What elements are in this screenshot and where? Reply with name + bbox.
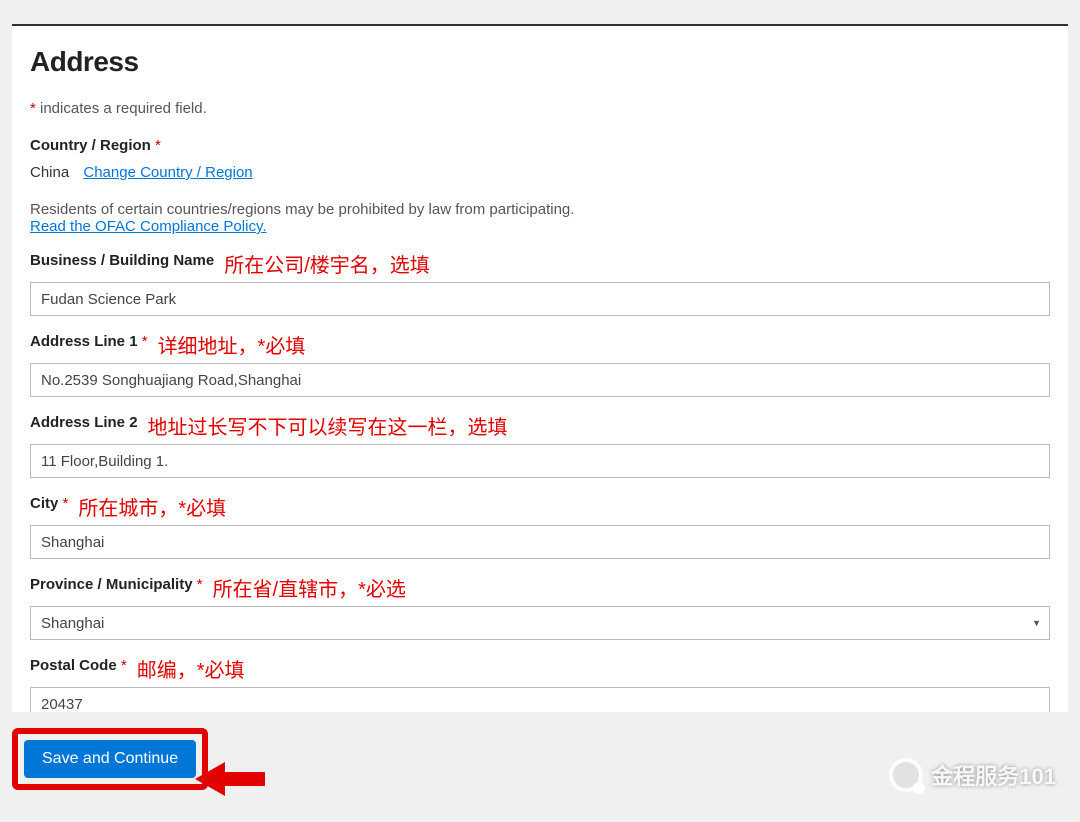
change-country-link[interactable]: Change Country / Region (83, 164, 252, 181)
city-input[interactable] (30, 525, 1050, 559)
country-region-block: Country / Region * China Change Country … (30, 137, 1050, 181)
city-annotation: 所在城市，*必填 (78, 492, 226, 521)
address-form-card: Address * indicates a required field. Co… (12, 24, 1068, 721)
business-name-label: Business / Building Name (30, 252, 214, 269)
address-line-1-annotation: 详细地址，*必填 (158, 330, 306, 359)
address-line-1-group: Address Line 1 * 详细地址，*必填 (30, 330, 1050, 397)
wechat-icon (889, 758, 923, 792)
province-group: Province / Municipality * 所在省/直辖市，*必选 Sh… (30, 573, 1050, 640)
compliance-block: Residents of certain countries/regions m… (30, 201, 1050, 235)
country-value: China (30, 164, 69, 181)
watermark-text: 金程服务101 (931, 759, 1056, 791)
city-label: City * (30, 495, 68, 512)
province-label: Province / Municipality * (30, 576, 203, 593)
postal-code-group: Postal Code * 邮编，*必填 (30, 654, 1050, 721)
country-label: Country / Region * (30, 137, 161, 154)
address-line-2-label: Address Line 2 (30, 414, 138, 431)
business-name-input[interactable] (30, 282, 1050, 316)
province-select[interactable]: Shanghai (30, 606, 1050, 640)
address-line-1-input[interactable] (30, 363, 1050, 397)
arrow-icon (195, 754, 265, 804)
watermark: 金程服务101 (889, 758, 1056, 792)
compliance-text: Residents of certain countries/regions m… (30, 201, 1050, 218)
business-name-group: Business / Building Name 所在公司/楼宇名，选填 (30, 249, 1050, 316)
address-line-2-input[interactable] (30, 444, 1050, 478)
form-footer: Save and Continue 金程服务101 (0, 712, 1080, 822)
address-line-2-annotation: 地址过长写不下可以续写在这一栏，选填 (148, 411, 508, 440)
address-line-1-label: Address Line 1 * (30, 333, 148, 350)
postal-code-label: Postal Code * (30, 657, 127, 674)
save-and-continue-button[interactable]: Save and Continue (24, 740, 196, 778)
city-group: City * 所在城市，*必填 (30, 492, 1050, 559)
postal-code-annotation: 邮编，*必填 (137, 654, 245, 683)
section-title: Address (30, 46, 1050, 78)
province-annotation: 所在省/直辖市，*必选 (213, 573, 406, 602)
ofac-policy-link[interactable]: Read the OFAC Compliance Policy. (30, 218, 267, 235)
business-name-annotation: 所在公司/楼宇名，选填 (224, 249, 430, 278)
address-line-2-group: Address Line 2 地址过长写不下可以续写在这一栏，选填 (30, 411, 1050, 478)
highlight-frame: Save and Continue (12, 728, 208, 790)
required-field-note: * indicates a required field. (30, 100, 1050, 117)
